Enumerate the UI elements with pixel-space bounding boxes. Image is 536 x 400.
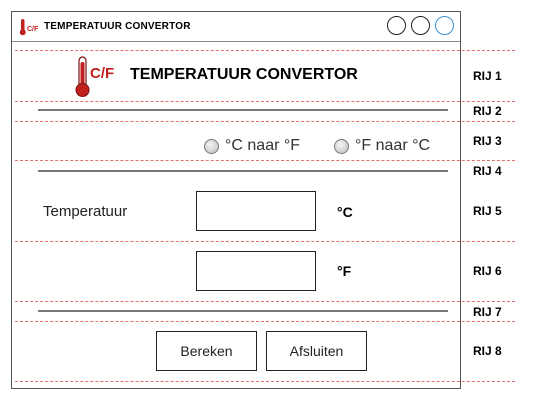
row-guide: [15, 160, 515, 161]
row-label-7: RIJ 7: [473, 305, 502, 319]
row-guide: [15, 381, 515, 382]
row-guide: [15, 50, 515, 51]
row-label-5: RIJ 5: [473, 204, 502, 218]
maximize-button[interactable]: [411, 16, 430, 35]
celsius-unit: °C: [337, 204, 353, 220]
temperature-label: Temperatuur: [43, 203, 128, 220]
radio-button-icon[interactable]: [204, 138, 219, 154]
celsius-input[interactable]: [196, 191, 316, 231]
minimize-button[interactable]: [387, 16, 406, 35]
thermometer-logo-icon: C/F: [75, 56, 114, 97]
separator: [38, 109, 448, 111]
close-app-button[interactable]: Afsluiten: [266, 331, 367, 371]
row-label-2: RIJ 2: [473, 104, 502, 118]
row-guide: [15, 241, 515, 242]
close-button[interactable]: [435, 16, 454, 35]
row-label-8: RIJ 8: [473, 344, 502, 358]
thermometer-icon: C/F: [19, 19, 39, 36]
row-label-6: RIJ 6: [473, 264, 502, 278]
logo-text: C/F: [90, 65, 114, 82]
row-guide: [15, 121, 515, 122]
row-guide: [15, 301, 515, 302]
radio-c-to-f-label: °C naar °F: [225, 137, 301, 154]
calculate-button[interactable]: Bereken: [156, 331, 257, 371]
row-label-3: RIJ 3: [473, 134, 502, 148]
title-bar: C/F TEMPERATUUR CONVERTOR: [12, 12, 460, 42]
radio-button-icon[interactable]: [334, 138, 349, 154]
radio-c-to-f[interactable]: °C naar °F: [204, 137, 300, 155]
row-guide: [15, 101, 515, 102]
fahrenheit-unit: °F: [337, 263, 352, 279]
radio-f-to-c-label: °F naar °C: [355, 137, 431, 154]
radio-f-to-c[interactable]: °F naar °C: [334, 137, 430, 155]
fahrenheit-input[interactable]: [196, 251, 316, 291]
app-title: TEMPERATUUR CONVERTOR: [130, 66, 358, 83]
separator: [38, 310, 448, 312]
row-label-1: RIJ 1: [473, 69, 502, 83]
row-guide: [15, 321, 515, 322]
separator: [38, 170, 448, 172]
row-label-4: RIJ 4: [473, 164, 502, 178]
title-logo-text: C/F: [27, 26, 39, 33]
window-title: TEMPERATUUR CONVERTOR: [44, 21, 191, 32]
